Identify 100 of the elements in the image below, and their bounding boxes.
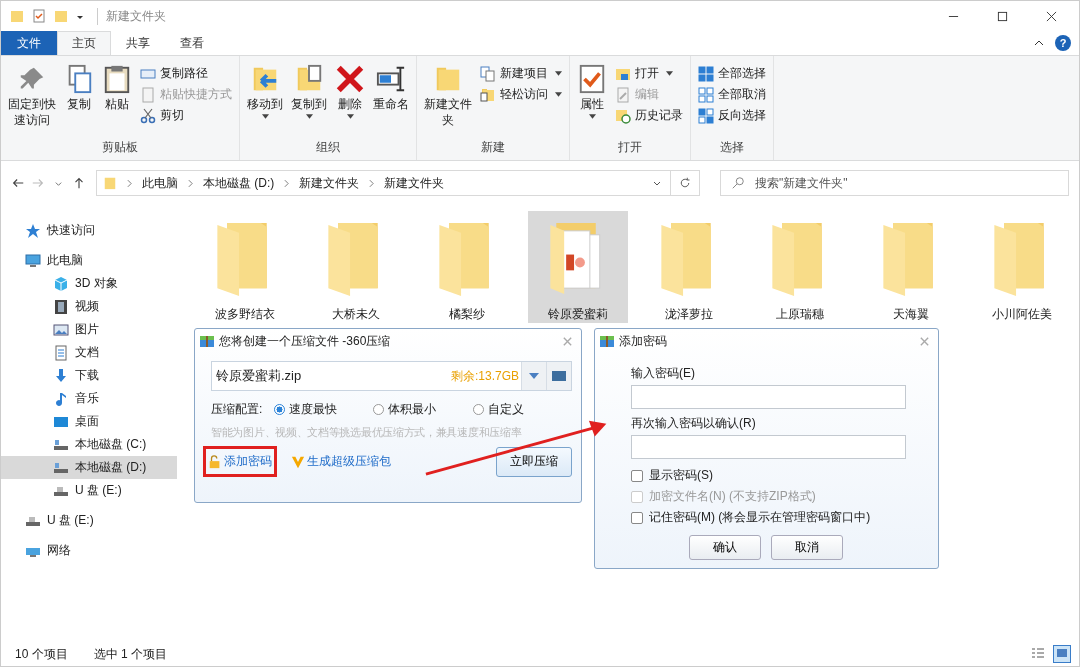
hint-text: 智能为图片、视频、文档等挑选最优压缩方式，兼具速度和压缩率: [211, 425, 523, 440]
ribbon-button[interactable]: 重命名: [370, 62, 412, 139]
folder-item[interactable]: 铃原爱蜜莉: [528, 211, 628, 323]
sidebar-item[interactable]: 图片: [1, 318, 177, 341]
sidebar-item[interactable]: 文档: [1, 341, 177, 364]
ribbon-button[interactable]: 删除: [332, 62, 368, 139]
dialog-button[interactable]: 取消: [770, 535, 843, 560]
ribbon-button[interactable]: 复制到: [288, 62, 330, 139]
file-tab[interactable]: 文件: [1, 31, 57, 55]
dialog-button[interactable]: 确认: [688, 535, 761, 560]
super-pack-link[interactable]: 生成超级压缩包: [291, 453, 391, 470]
ribbon-button[interactable]: 属性: [574, 62, 610, 139]
ribbon-button[interactable]: 新建项目: [477, 64, 565, 83]
folder-item[interactable]: 大桥未久: [306, 211, 406, 323]
checkmark-icon[interactable]: [31, 8, 47, 24]
ribbon-tab[interactable]: 共享: [111, 31, 165, 55]
search-box[interactable]: 搜索"新建文件夹": [720, 170, 1069, 196]
browse-button[interactable]: [546, 362, 571, 390]
ribbon-button[interactable]: 剪切: [137, 106, 235, 125]
v-mark-icon: [291, 454, 305, 469]
sidebar-item[interactable]: 本地磁盘 (D:): [1, 456, 177, 479]
padlock-icon: [208, 454, 222, 469]
address-bar[interactable]: 此电脑 本地磁盘 (D:) 新建文件夹 新建文件夹: [96, 170, 700, 196]
sidebar-item[interactable]: 快速访问: [1, 219, 177, 242]
field-label: 输入密码(E): [631, 365, 696, 382]
ribbon-button[interactable]: 全部取消: [695, 85, 769, 104]
checkbox-option[interactable]: 显示密码(S): [631, 465, 906, 486]
caret-icon: [588, 114, 596, 119]
ribbon-button[interactable]: 移动到: [244, 62, 286, 139]
sidebar-item[interactable]: 本地磁盘 (C:): [1, 433, 177, 456]
ribbon-button[interactable]: 打开: [612, 64, 686, 83]
radio-button[interactable]: [472, 403, 484, 415]
compress-button[interactable]: 立即压缩: [496, 446, 572, 477]
breadcrumb[interactable]: 本地磁盘 (D:): [203, 174, 275, 192]
radio-button[interactable]: [373, 403, 385, 415]
radio-button[interactable]: [274, 403, 286, 415]
caret-icon: [555, 92, 562, 97]
folder-item[interactable]: 上原瑞穗: [750, 211, 850, 323]
cube-icon: [53, 275, 69, 292]
up-icon[interactable]: [72, 176, 86, 190]
sidebar-item[interactable]: U 盘 (E:): [1, 479, 177, 502]
ribbon-button[interactable]: 复制: [61, 62, 97, 139]
note-icon: [53, 390, 69, 407]
caret-icon: [555, 71, 562, 76]
radio-option[interactable]: 体积最小: [373, 400, 473, 418]
search-icon: [731, 176, 745, 190]
ribbon-button[interactable]: 新建文件夹: [421, 62, 475, 139]
forward-icon[interactable]: [31, 176, 45, 190]
breadcrumb[interactable]: 新建文件夹: [299, 174, 360, 192]
sidebar-item[interactable]: 3D 对象: [1, 272, 177, 295]
password-field[interactable]: [631, 385, 906, 409]
sidebar-item[interactable]: U 盘 (E:): [1, 509, 177, 532]
ribbon-tab[interactable]: 查看: [165, 31, 219, 55]
dropdown-button[interactable]: [521, 362, 546, 390]
folder-item[interactable]: 小川阿佐美: [972, 211, 1072, 323]
search-field[interactable]: 搜索"新建文件夹": [753, 175, 1068, 191]
checkbox-option[interactable]: 记住密码(M) (将会显示在管理密码窗口中): [631, 507, 906, 528]
folder-item[interactable]: 橘梨纱: [417, 211, 517, 323]
filename-field[interactable]: 铃原爱蜜莉.zip 剩余:13.7GB: [211, 361, 572, 391]
checkbox[interactable]: [631, 469, 643, 482]
folder-item[interactable]: 天海翼: [861, 211, 961, 323]
folder-item[interactable]: 波多野结衣: [195, 211, 295, 323]
status-text: 10 个项目: [15, 645, 68, 663]
large-icons-view-icon[interactable]: [1053, 645, 1071, 663]
scissors-icon: [140, 107, 156, 124]
back-icon[interactable]: [11, 176, 25, 190]
sidebar-item[interactable]: 此电脑: [1, 249, 177, 272]
caret-icon: [666, 71, 673, 76]
breadcrumb[interactable]: 新建文件夹: [384, 174, 445, 192]
group-label: 新建: [480, 139, 506, 156]
sidebar-item[interactable]: 桌面: [1, 410, 177, 433]
monitor-icon: [25, 252, 41, 269]
sidebar-item[interactable]: 视频: [1, 295, 177, 318]
ribbon-button[interactable]: 固定到快速访问: [5, 62, 59, 139]
password-field[interactable]: [631, 435, 906, 459]
ribbon-button[interactable]: 轻松访问: [477, 85, 565, 104]
ribbon-button[interactable]: 复制路径: [137, 64, 235, 83]
history-icon: [615, 107, 631, 124]
ribbon-button[interactable]: 全部选择: [695, 64, 769, 83]
folder-icon: [551, 370, 567, 382]
folder-item[interactable]: 泷泽萝拉: [639, 211, 739, 323]
ribbon-button[interactable]: 反向选择: [695, 106, 769, 125]
ribbon-button[interactable]: 粘贴: [99, 62, 135, 139]
breadcrumb[interactable]: 此电脑: [142, 174, 178, 192]
add-password-link[interactable]: 添加密码: [208, 453, 272, 470]
dialog-title: 添加密码: [619, 332, 667, 350]
config-label: 压缩配置:: [211, 400, 264, 418]
checkbox[interactable]: [631, 511, 643, 524]
ribbon-tab[interactable]: 主页: [57, 31, 111, 55]
cross-icon: [335, 64, 365, 94]
dialog-title: 您将创建一个压缩文件 -360压缩: [219, 332, 391, 350]
radio-option[interactable]: 速度最快: [274, 400, 374, 418]
radio-option[interactable]: 自定义: [472, 400, 572, 418]
ribbon-button[interactable]: 历史记录: [612, 106, 686, 125]
sidebar-item[interactable]: 音乐: [1, 387, 177, 410]
sidebar-item[interactable]: 网络: [1, 539, 177, 562]
caret-icon: [261, 114, 269, 119]
film-icon: [53, 298, 69, 315]
sidebar-item[interactable]: 下载: [1, 364, 177, 387]
help-button[interactable]: ?: [1055, 35, 1071, 51]
